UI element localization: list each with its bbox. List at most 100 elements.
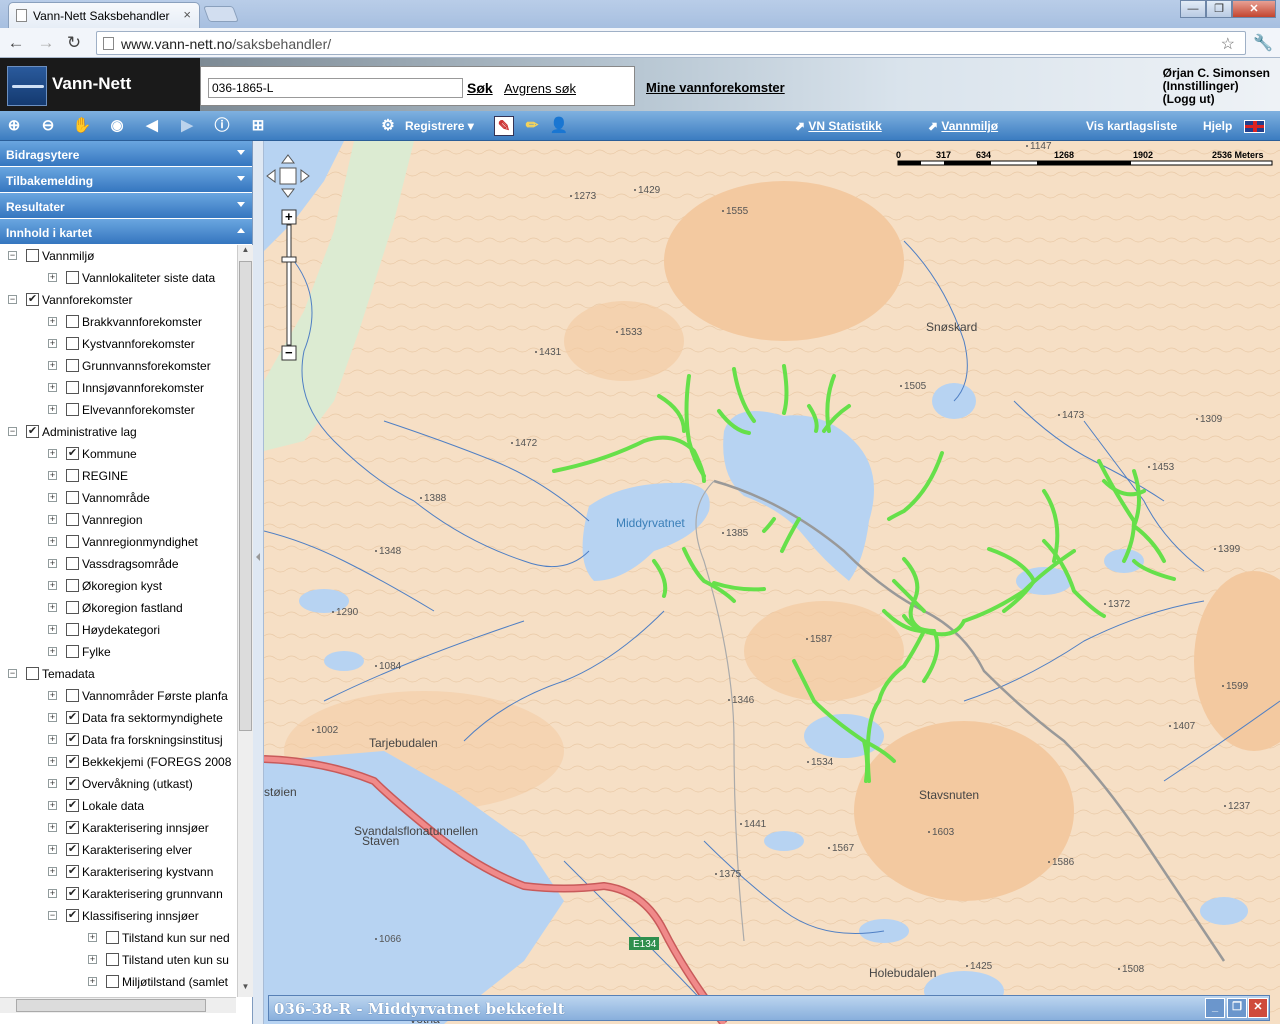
tree-item[interactable]: + Vannregion — [0, 509, 236, 531]
layer-checkbox[interactable] — [106, 931, 119, 944]
restore-panel-button[interactable]: ❐ — [1227, 998, 1247, 1018]
layer-checkbox[interactable] — [66, 689, 79, 702]
search-input[interactable] — [208, 78, 463, 98]
panel-splitter[interactable] — [253, 141, 264, 1024]
collapse-icon[interactable]: − — [8, 669, 17, 678]
tree-item[interactable]: + Økoregion kyst — [0, 575, 236, 597]
tree-item[interactable]: + Elvevannforekomster — [0, 399, 236, 421]
tree-horizontal-scrollbar[interactable] — [0, 997, 236, 1013]
expand-icon[interactable]: + — [48, 735, 57, 744]
layer-checkbox[interactable] — [66, 469, 79, 482]
layer-checkbox[interactable] — [66, 557, 79, 570]
expand-icon[interactable]: + — [48, 339, 57, 348]
tree-item[interactable]: + Vannregionmyndighet — [0, 531, 236, 553]
vn-stats-link[interactable]: ⬈ VN Statistikk — [795, 119, 882, 133]
expand-icon[interactable]: + — [48, 823, 57, 832]
expand-icon[interactable]: + — [48, 757, 57, 766]
tree-item[interactable]: + ✔ Karakterisering kystvann — [0, 861, 236, 883]
expand-icon[interactable]: + — [88, 977, 97, 986]
expand-icon[interactable]: + — [48, 603, 57, 612]
tree-item[interactable]: + ✔ Karakterisering elver — [0, 839, 236, 861]
tree-item[interactable]: + Tilstand kun sur ned — [0, 927, 236, 949]
zoom-slider-track[interactable] — [286, 224, 292, 346]
expand-icon[interactable]: + — [48, 691, 57, 700]
accordion-tilbakemelding[interactable]: Tilbakemelding — [0, 167, 252, 193]
expand-icon[interactable]: + — [48, 867, 57, 876]
layer-checkbox[interactable] — [26, 667, 39, 680]
expand-icon[interactable]: + — [48, 647, 57, 656]
expand-icon[interactable]: + — [48, 493, 57, 502]
expand-icon[interactable]: + — [48, 537, 57, 546]
maximize-button[interactable]: ❐ — [1206, 0, 1232, 18]
register-menu[interactable]: Registrere ▾ — [405, 119, 474, 133]
layer-checkbox[interactable] — [66, 271, 79, 284]
tree-item[interactable]: + Grunnvannsforekomster — [0, 355, 236, 377]
expand-icon[interactable]: + — [48, 845, 57, 854]
tree-item[interactable]: + ✔ Data fra forskningsinstitusj — [0, 729, 236, 751]
expand-icon[interactable]: + — [48, 515, 57, 524]
reload-icon[interactable]: ↻ — [64, 33, 84, 53]
full-extent-icon[interactable]: ◉ — [107, 116, 127, 136]
pan-hand-icon[interactable]: ✋ — [72, 116, 92, 136]
tree-item[interactable]: + Kystvannforekomster — [0, 333, 236, 355]
logout-link[interactable]: (Logg ut) — [1163, 93, 1270, 106]
search-button[interactable]: Søk — [467, 80, 493, 96]
layer-checkbox[interactable] — [66, 513, 79, 526]
tree-item[interactable]: + ✔ Karakterisering grunnvann — [0, 883, 236, 905]
expand-icon[interactable]: + — [48, 713, 57, 722]
close-window-button[interactable]: ✕ — [1232, 0, 1276, 18]
collapse-icon[interactable]: − — [8, 295, 17, 304]
bookmark-star-icon[interactable]: ☆ — [1221, 34, 1235, 54]
tree-item[interactable]: + ✔ Kommune — [0, 443, 236, 465]
identify-icon[interactable]: ⓘ — [212, 116, 232, 136]
map-view[interactable]: 1273 1429 1555 1533 1431 1505 1473 1309 1472 1453… — [264, 141, 1280, 1024]
tree-item[interactable]: + REGINE — [0, 465, 236, 487]
accordion-innhold-i-kartet[interactable]: Innhold i kartet — [0, 219, 252, 245]
tree-item[interactable]: + Fylke — [0, 641, 236, 663]
tree-item[interactable]: + Økoregion fastland — [0, 597, 236, 619]
tree-item[interactable]: − ✔ Klassifisering innsjøer — [0, 905, 236, 927]
layer-checkbox[interactable]: ✔ — [66, 711, 79, 724]
tree-item[interactable]: − ✔ Administrative lag — [0, 421, 236, 443]
add-user-icon[interactable]: 👤 — [549, 116, 569, 136]
tree-item[interactable]: + Vannområde — [0, 487, 236, 509]
accordion-bidragsytere[interactable]: Bidragsytere — [0, 141, 252, 167]
layer-checkbox[interactable]: ✔ — [66, 865, 79, 878]
tree-item[interactable]: + Vannlokaliteter siste data — [0, 267, 236, 289]
tree-item[interactable]: − Vannmiljø — [0, 245, 236, 267]
collapse-icon[interactable]: − — [48, 911, 57, 920]
zoom-slider-thumb[interactable] — [281, 256, 297, 263]
layer-list-link[interactable]: Vis kartlagsliste — [1086, 119, 1177, 133]
expand-icon[interactable]: + — [48, 581, 57, 590]
layer-checkbox[interactable] — [66, 601, 79, 614]
expand-icon[interactable]: + — [48, 361, 57, 370]
tree-item[interactable]: + ✔ Data fra sektormyndighete — [0, 707, 236, 729]
tree-item[interactable]: + Vannområder Første planfa — [0, 685, 236, 707]
draw-line-icon[interactable]: ✎ — [494, 116, 514, 136]
minimize-button[interactable]: — — [1180, 0, 1206, 18]
close-panel-button[interactable]: ✕ — [1248, 998, 1268, 1018]
previous-extent-icon[interactable]: ◀ — [142, 116, 162, 136]
scroll-thumb[interactable] — [239, 261, 252, 731]
layer-checkbox[interactable] — [106, 953, 119, 966]
tree-vertical-scrollbar[interactable]: ▲ ▼ — [237, 245, 253, 997]
layer-checkbox[interactable] — [66, 579, 79, 592]
expand-icon[interactable]: + — [48, 559, 57, 568]
expand-icon[interactable]: + — [48, 449, 57, 458]
scroll-down-icon[interactable]: ▼ — [238, 982, 253, 997]
forward-arrow-icon[interactable]: → — [36, 33, 56, 53]
new-tab-button[interactable] — [203, 6, 239, 22]
expand-icon[interactable]: + — [48, 625, 57, 634]
tree-item[interactable]: + Høydekategori — [0, 619, 236, 641]
measure-icon[interactable]: ⊞ — [248, 116, 268, 136]
help-link[interactable]: Hjelp — [1203, 119, 1232, 133]
layer-checkbox[interactable] — [66, 315, 79, 328]
layer-checkbox[interactable] — [66, 535, 79, 548]
expand-icon[interactable]: + — [48, 383, 57, 392]
tree-item[interactable]: + ✔ Bekkekjemi (FOREGS 2008 — [0, 751, 236, 773]
tree-item[interactable]: + Tilstand uten kun su — [0, 949, 236, 971]
refine-search-link[interactable]: Avgrens søk — [504, 81, 576, 96]
expand-icon[interactable]: + — [48, 273, 57, 282]
close-tab-icon[interactable]: × — [183, 7, 191, 22]
expand-icon[interactable]: + — [48, 317, 57, 326]
